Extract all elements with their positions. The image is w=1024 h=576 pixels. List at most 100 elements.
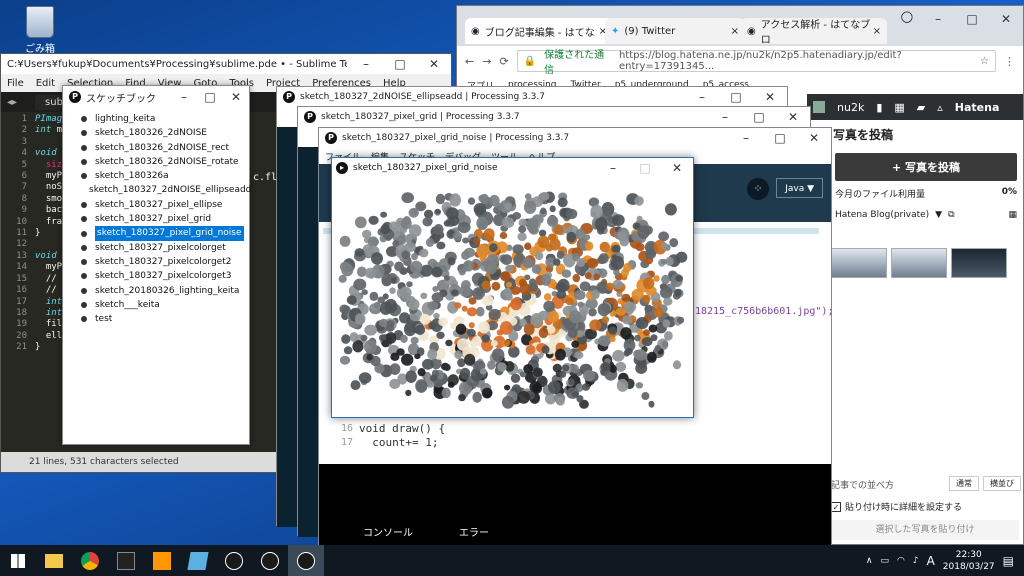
maximize-icon[interactable]: □ (197, 90, 223, 104)
list-item[interactable]: lighting_keita (81, 112, 249, 126)
list-item[interactable]: test (81, 312, 249, 326)
menu-file[interactable]: File (7, 78, 24, 89)
noise-dot (510, 285, 521, 295)
notification-icon[interactable]: ▤ (1003, 554, 1014, 568)
minimize-icon[interactable]: – (171, 90, 197, 104)
debugger-icon[interactable]: ⁘ (747, 178, 769, 200)
list-item[interactable]: sketch_180326a (81, 169, 249, 183)
paste-photo-button[interactable]: 選択した写真を貼り付け (831, 520, 1019, 540)
terminal-icon[interactable] (108, 545, 144, 576)
sketch-output-window: ▸ sketch_180327_pixel_grid_noise – □ ✕ (331, 157, 694, 418)
checkbox-checked-icon[interactable]: ✓ (831, 501, 841, 512)
minimize-icon[interactable]: – (685, 90, 719, 104)
tab-access-analysis[interactable]: ◉ アクセス解析 - はてなブロ × (741, 18, 887, 46)
list-item[interactable]: sketch_20180326_lighting_keita (81, 284, 249, 298)
close-icon[interactable]: × (873, 26, 881, 37)
list-item[interactable]: sketch_180326_2dNOISE_rotate (81, 155, 249, 169)
notepad-icon[interactable] (180, 545, 216, 576)
hatena-user[interactable]: nu2k (837, 101, 864, 114)
ime-indicator[interactable]: A (927, 554, 935, 568)
list-item[interactable]: sketch_180327_pixel_ellipse (81, 198, 249, 212)
noise-dot (447, 257, 456, 266)
close-icon[interactable]: ✕ (989, 12, 1023, 26)
photo-thumbnail[interactable] (951, 248, 1007, 278)
noise-dot (615, 307, 626, 316)
bell-icon[interactable]: ▵ (937, 101, 943, 114)
windows-start-icon[interactable] (0, 545, 36, 576)
close-icon[interactable]: ✕ (661, 161, 693, 175)
battery-icon[interactable]: ▭ (880, 556, 889, 566)
maximize-icon[interactable]: □ (763, 131, 797, 145)
close-icon[interactable]: × (731, 26, 739, 37)
tab-blog-edit[interactable]: ◉ ブログ記事編集 - はてな × (465, 18, 613, 44)
maximize-icon[interactable]: □ (955, 12, 989, 26)
close-icon[interactable]: ✕ (223, 90, 249, 104)
list-item[interactable]: sketch_180326_2dNOISE (81, 126, 249, 140)
list-item[interactable]: sketch___keita (81, 298, 249, 312)
chrome-icon[interactable] (72, 545, 108, 576)
minimize-icon[interactable]: – (729, 131, 763, 145)
sublime-text-icon[interactable] (144, 545, 180, 576)
minimize-icon[interactable]: – (708, 110, 742, 124)
list-item[interactable]: sketch_180327_pixelcolorget (81, 241, 249, 255)
chat-icon[interactable]: ▰ (917, 101, 925, 114)
clock[interactable]: 22:30 2018/03/27 (943, 549, 995, 573)
menu-icon[interactable]: ⋮ (1004, 55, 1015, 68)
list-item[interactable]: sketch_180327_pixelcolorget3 (81, 269, 249, 283)
maximize-icon[interactable]: □ (629, 161, 661, 175)
sketch-running-icon[interactable] (288, 545, 324, 576)
noise-dot (409, 260, 423, 274)
list-item[interactable]: sketch_180326_2dNOISE_rect (81, 141, 249, 155)
forward-icon[interactable]: → (482, 55, 491, 68)
view-grid-icon[interactable]: ▦ (1008, 210, 1017, 220)
noise-dot (404, 234, 413, 243)
list-item[interactable]: sketch_180327_2dNOISE_ellipseadd (81, 183, 251, 197)
menu-edit[interactable]: Edit (36, 78, 55, 89)
external-link-icon[interactable]: ⧉ (948, 210, 954, 220)
close-icon[interactable]: ✕ (753, 90, 787, 104)
file-explorer-icon[interactable] (36, 545, 72, 576)
mode-selector[interactable]: Java ▼ (776, 178, 823, 198)
maximize-icon[interactable]: □ (742, 110, 776, 124)
list-item[interactable]: sketch_180327_pixelcolorget2 (81, 255, 249, 269)
console-tab[interactable]: コンソール (363, 524, 413, 539)
avatar[interactable] (813, 101, 825, 113)
minimize-icon[interactable]: – (349, 57, 383, 71)
photo-thumbnail[interactable] (891, 248, 947, 278)
processing-taskbar-icon[interactable] (252, 545, 288, 576)
processing-taskbar-icon[interactable] (216, 545, 252, 576)
tab-nav-icon[interactable]: ◂▸ (7, 97, 17, 108)
maximize-icon[interactable]: □ (719, 90, 753, 104)
chevron-down-icon[interactable]: ▼ (935, 210, 942, 220)
close-icon[interactable]: ✕ (776, 110, 810, 124)
back-icon[interactable]: ← (465, 55, 474, 68)
close-icon[interactable]: ✕ (417, 57, 451, 71)
code-area[interactable]: PImag int m void siz myP noS smo bac fra… (35, 114, 62, 354)
wifi-icon[interactable]: ◠ (897, 556, 905, 566)
upload-photo-button[interactable]: + 写真を投稿 (835, 153, 1017, 181)
noise-dot (401, 353, 414, 366)
recycle-bin-icon[interactable]: ごみ箱 (18, 6, 62, 55)
reload-icon[interactable]: ⟳ (499, 55, 508, 68)
minimize-icon[interactable]: – (921, 12, 955, 26)
photo-thumbnail[interactable] (831, 248, 887, 278)
tab-twitter[interactable]: ✦ (9) Twitter × (605, 18, 745, 44)
noise-dot (556, 250, 565, 260)
profile-icon[interactable]: ◯ (901, 10, 913, 23)
blog-select[interactable]: Hatena Blog(private) (835, 210, 929, 220)
minimize-icon[interactable]: – (597, 161, 629, 175)
maximize-icon[interactable]: □ (383, 57, 417, 71)
grid-icon[interactable]: ▦ (894, 101, 904, 114)
noise-dot (447, 381, 455, 388)
close-icon[interactable]: ✕ (797, 131, 831, 145)
chevron-up-icon[interactable]: ∧ (866, 556, 873, 566)
sketch-canvas[interactable] (332, 178, 693, 417)
bookmark-icon[interactable]: ▮ (876, 101, 882, 114)
noise-dot (464, 353, 476, 366)
omnibox[interactable]: 🔒 保護された通信 https://blog.hatena.ne.jp/nu2k… (516, 50, 996, 76)
star-icon[interactable]: ☆ (980, 56, 989, 67)
volume-icon[interactable]: ♪ (913, 556, 919, 566)
list-item[interactable]: sketch_180327_pixel_grid_noise (81, 226, 249, 241)
errors-tab[interactable]: エラー (459, 524, 489, 539)
list-item[interactable]: sketch_180327_pixel_grid (81, 212, 249, 226)
